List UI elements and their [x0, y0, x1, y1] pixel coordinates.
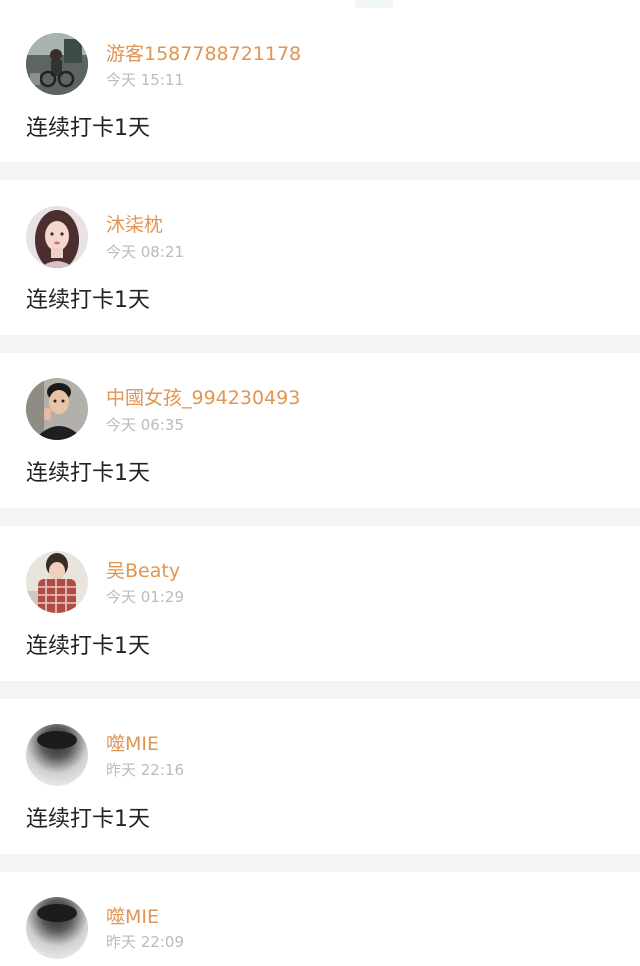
username[interactable]: 吴Beaty [106, 560, 180, 582]
post-time: 今天 01:29 [106, 588, 184, 606]
user-avatar[interactable] [26, 206, 88, 268]
grayscale-avatar-icon [26, 897, 88, 959]
post-time: 今天 15:11 [106, 71, 184, 89]
user-avatar[interactable] [26, 724, 88, 786]
username[interactable]: 噬MIE [106, 733, 159, 755]
user-avatar[interactable] [26, 897, 88, 959]
feed-card[interactable]: 游客1587788721178 今天 15:11 连续打卡1天 [0, 10, 640, 162]
feed-card[interactable]: 吴Beaty 今天 01:29 连续打卡1天 [0, 526, 640, 681]
post-content: 连续打卡1天 [26, 807, 150, 832]
street-scene-avatar-icon [26, 33, 88, 95]
post-content: 连续打卡1天 [26, 461, 150, 486]
post-time: 昨天 22:16 [106, 761, 184, 779]
username[interactable]: 中國女孩_994230493 [106, 387, 300, 409]
top-strip [0, 0, 640, 10]
post-time: 今天 08:21 [106, 243, 184, 261]
feed-card[interactable]: 噬MIE 昨天 22:16 连续打卡1天 [0, 699, 640, 854]
post-time: 昨天 22:09 [106, 933, 184, 951]
post-content: 连续打卡1天 [26, 116, 150, 141]
girl-portrait-avatar-icon [26, 206, 88, 268]
username[interactable]: 噬MIE [106, 906, 159, 928]
user-avatar[interactable] [26, 551, 88, 613]
username[interactable]: 游客1587788721178 [106, 43, 301, 65]
checkin-feed: 游客1587788721178 今天 15:11 连续打卡1天 沐柒枕 今天 0… [0, 0, 640, 966]
user-avatar[interactable] [26, 33, 88, 95]
feed-card[interactable]: 沐柒枕 今天 08:21 连续打卡1天 [0, 180, 640, 335]
post-content: 连续打卡1天 [26, 288, 150, 313]
post-time: 今天 06:35 [106, 416, 184, 434]
feed-card[interactable]: 噬MIE 昨天 22:09 [0, 872, 640, 966]
scroll-hint [355, 0, 393, 8]
user-avatar[interactable] [26, 378, 88, 440]
post-content: 连续打卡1天 [26, 634, 150, 659]
boy-portrait-avatar-icon [26, 378, 88, 440]
username[interactable]: 沐柒枕 [106, 214, 163, 236]
girl-plaid-shirt-avatar-icon [26, 551, 88, 613]
grayscale-avatar-icon [26, 724, 88, 786]
feed-card[interactable]: 中國女孩_994230493 今天 06:35 连续打卡1天 [0, 353, 640, 508]
